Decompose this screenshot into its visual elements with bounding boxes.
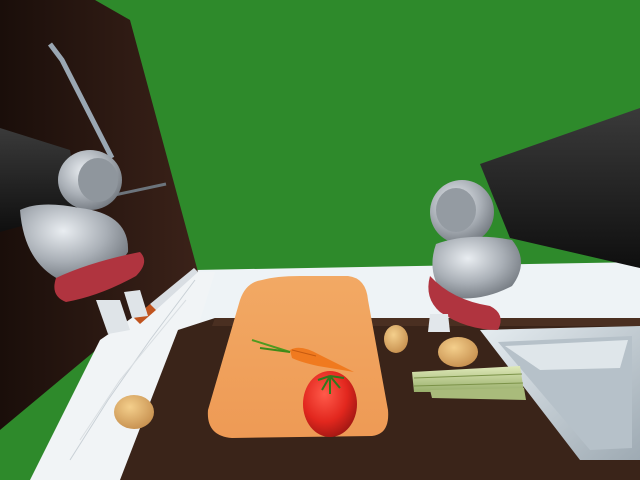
potato-icon [114,395,154,429]
tomato-icon [303,371,357,437]
potato-icon [384,325,408,353]
kitchen-scene [0,0,640,480]
potato-icon [438,337,478,367]
